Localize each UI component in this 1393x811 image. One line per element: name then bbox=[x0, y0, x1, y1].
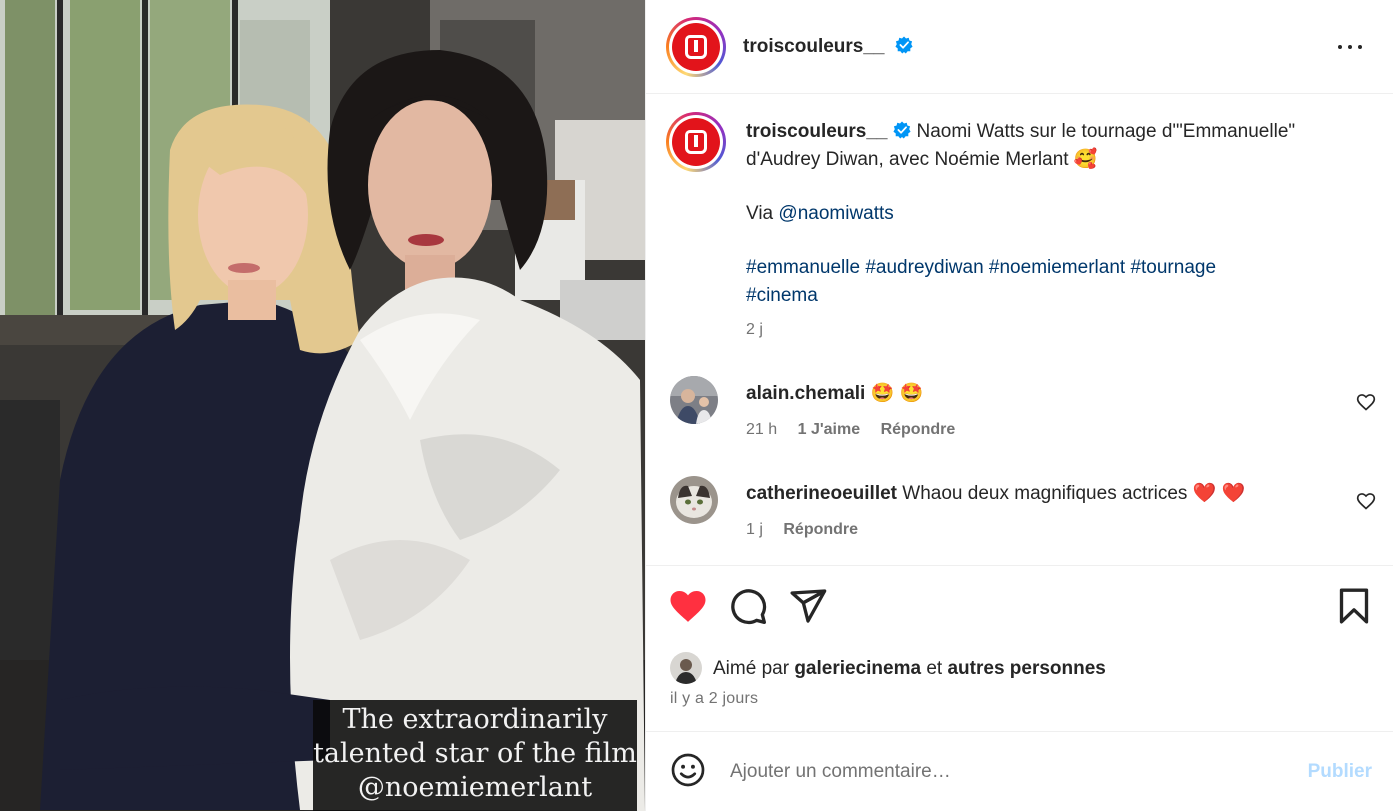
post-header: troiscouleurs__ bbox=[646, 0, 1393, 94]
comment-text: Whaou deux magnifiques actrices ❤️ ❤️ bbox=[902, 483, 1246, 504]
header-username[interactable]: troiscouleurs__ bbox=[743, 36, 885, 57]
comment-meta: 1 j Répondre bbox=[746, 521, 874, 539]
account-avatar[interactable] bbox=[666, 17, 726, 77]
publish-button[interactable]: Publier bbox=[1308, 761, 1372, 783]
caption-time[interactable]: 2 j bbox=[746, 316, 1366, 344]
comment-time[interactable]: 21 h bbox=[746, 421, 777, 438]
caption-avatar[interactable] bbox=[666, 112, 726, 172]
commenter-avatar[interactable] bbox=[670, 476, 718, 524]
avatar-photo bbox=[670, 476, 718, 524]
more-horizontal-icon[interactable] bbox=[1338, 36, 1364, 56]
send-icon[interactable] bbox=[788, 586, 828, 626]
post-photo[interactable]: The extraordinarily talented star of the… bbox=[0, 0, 645, 811]
liked-prefix: Aimé par bbox=[713, 658, 790, 679]
bookmark-icon[interactable] bbox=[1334, 586, 1374, 626]
post-actions: Aimé par galeriecinema et autres personn… bbox=[646, 565, 1393, 731]
caption-mention-link[interactable]: @naomiwatts bbox=[778, 203, 893, 224]
caption-hashtags[interactable]: #cinema bbox=[746, 282, 1366, 310]
post-side-panel: troiscouleurs__ troiscouleurs__ Naomi Wa… bbox=[645, 0, 1393, 811]
caption-hashtags[interactable]: #emmanuelle #audreydiwan #noemiemerlant … bbox=[746, 254, 1366, 282]
comment-icon[interactable] bbox=[728, 586, 768, 626]
caption-username[interactable]: troiscouleurs__ bbox=[746, 121, 888, 142]
comment-body: catherineoeuillet Whaou deux magnifiques… bbox=[746, 481, 1245, 505]
overlay-line: @noemiemerlant bbox=[357, 772, 593, 803]
overlay-line: talented star of the film bbox=[313, 738, 637, 769]
avatar-photo bbox=[670, 652, 702, 684]
overlay-line: The extraordinarily bbox=[342, 704, 608, 735]
heart-filled-icon[interactable] bbox=[668, 586, 708, 626]
header-username-link[interactable]: troiscouleurs__ bbox=[743, 36, 913, 58]
comment-likes[interactable]: 1 J'aime bbox=[798, 421, 861, 438]
instagram-post: The extraordinarily talented star of the… bbox=[0, 0, 1393, 811]
commenter-avatar[interactable] bbox=[670, 376, 718, 424]
brand-logo-icon bbox=[672, 23, 720, 71]
emoji-icon[interactable] bbox=[670, 752, 706, 788]
comment-text: 🤩 🤩 bbox=[870, 383, 924, 404]
liker-username[interactable]: galeriecinema bbox=[794, 658, 921, 679]
comment-body: alain.chemali 🤩 🤩 bbox=[746, 381, 923, 405]
verified-badge-icon bbox=[895, 36, 913, 54]
add-comment-bar: Publier bbox=[646, 731, 1393, 811]
comment-username[interactable]: alain.chemali bbox=[746, 383, 865, 404]
caption-via-label: Via bbox=[746, 203, 774, 224]
liked-conjunction: et bbox=[926, 658, 943, 679]
verified-badge-icon bbox=[892, 121, 911, 139]
heart-outline-icon[interactable] bbox=[1356, 392, 1376, 412]
heart-outline-icon[interactable] bbox=[1356, 491, 1376, 511]
avatar-photo bbox=[670, 376, 718, 424]
likes-others-link[interactable]: autres personnes bbox=[947, 658, 1105, 679]
reply-button[interactable]: Répondre bbox=[783, 521, 858, 538]
liker-avatar[interactable] bbox=[670, 652, 702, 684]
post-caption: troiscouleurs__ Naomi Watts sur le tourn… bbox=[746, 118, 1366, 344]
comment-username[interactable]: catherineoeuillet bbox=[746, 483, 897, 504]
post-time[interactable]: il y a 2 jours bbox=[670, 690, 758, 708]
comment-meta: 21 h 1 J'aime Répondre bbox=[746, 421, 971, 439]
photo-illustration bbox=[0, 0, 645, 811]
photo-text-overlay: The extraordinarily talented star of the… bbox=[313, 700, 637, 811]
reply-button[interactable]: Répondre bbox=[881, 421, 956, 438]
brand-logo-icon bbox=[672, 118, 720, 166]
comment-input[interactable] bbox=[730, 756, 1290, 788]
comment-time[interactable]: 1 j bbox=[746, 521, 763, 538]
